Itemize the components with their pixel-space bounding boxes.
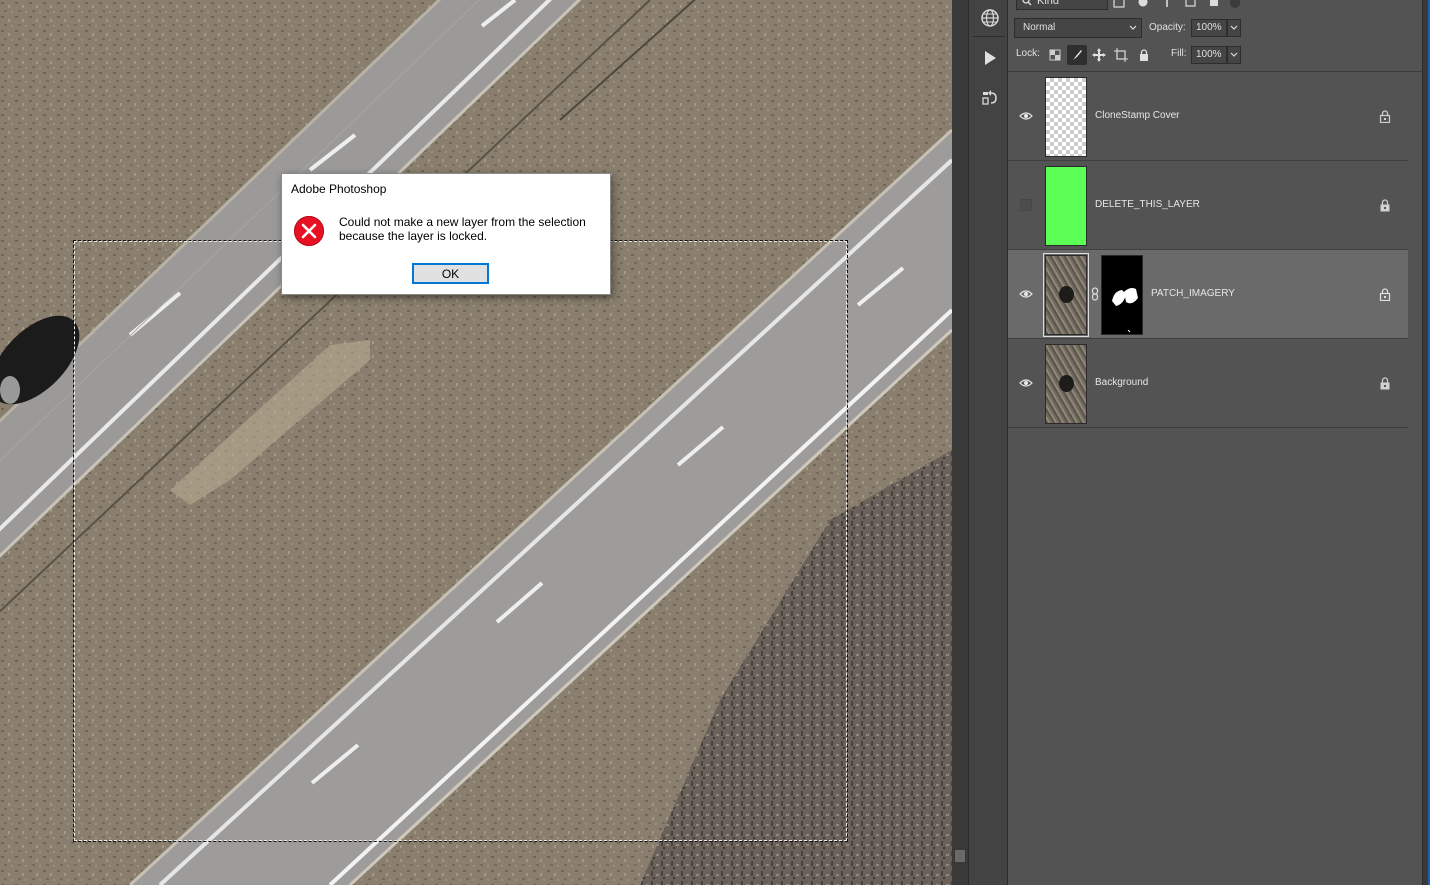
filter-kind-select[interactable]: Kind [1016, 0, 1108, 10]
error-icon [294, 216, 324, 246]
history-brush-icon[interactable] [977, 85, 1003, 111]
opacity-label: Opacity: [1149, 22, 1186, 33]
search-icon [1022, 0, 1032, 6]
lock-transparent-pixels-icon[interactable] [1045, 45, 1065, 65]
link-icon[interactable] [1091, 287, 1099, 301]
blend-mode-value: Normal [1023, 22, 1056, 33]
lock-label: Lock: [1016, 48, 1040, 59]
separator [973, 36, 1005, 37]
opacity-dropdown[interactable] [1227, 19, 1241, 37]
blend-mode-select[interactable]: Normal [1014, 18, 1142, 38]
layer-row[interactable]: Background [1008, 339, 1408, 428]
layer-name[interactable]: DELETE_THIS_LAYER [1095, 199, 1200, 210]
fill-dropdown[interactable] [1227, 46, 1241, 64]
globe-icon[interactable] [977, 5, 1003, 31]
lock-image-pixels-icon[interactable] [1067, 45, 1087, 65]
lock-icon [1379, 288, 1391, 301]
lock-row: Lock: Fill: 100% [1008, 45, 1422, 67]
document-canvas[interactable]: Adobe Photoshop Could not make a new lay… [0, 0, 952, 885]
layer-name[interactable]: Background [1095, 377, 1148, 388]
play-icon[interactable] [977, 45, 1003, 71]
filter-toggle[interactable] [1230, 0, 1240, 8]
layer-row-selected[interactable]: PATCH_IMAGERY [1008, 250, 1408, 339]
layer-thumbnail [1043, 253, 1089, 337]
visibility-eye-icon[interactable] [1018, 108, 1034, 124]
scrollbar-thumb[interactable] [955, 850, 965, 862]
layer-row[interactable]: CloneStamp Cover [1008, 72, 1408, 161]
image-filter-icon[interactable] [1112, 0, 1126, 9]
blend-row: Normal Opacity: 100% [1008, 18, 1422, 40]
panel-icon-column [968, 0, 1008, 885]
canvas-scrollbar[interactable] [952, 0, 968, 885]
visibility-toggle-off[interactable] [1020, 199, 1032, 211]
visibility-eye-icon[interactable] [1018, 286, 1034, 302]
chevron-down-icon [1230, 25, 1238, 30]
lock-artboard-icon[interactable] [1111, 45, 1131, 65]
dialog-message-line: Could not make a new layer from the sele… [339, 215, 586, 229]
opacity-input[interactable]: 100% [1191, 19, 1227, 37]
fill-label: Fill: [1171, 48, 1187, 59]
panel-scroll-edge [1422, 0, 1430, 885]
layer-mask-thumbnail[interactable] [1101, 255, 1143, 335]
dialog-title: Adobe Photoshop [291, 182, 387, 196]
chevron-down-icon [1129, 25, 1137, 30]
type-filter-icon[interactable] [1160, 0, 1174, 9]
shape-filter-icon[interactable] [1184, 0, 1198, 9]
visibility-eye-icon[interactable] [1018, 375, 1034, 391]
alert-dialog: Adobe Photoshop Could not make a new lay… [281, 173, 611, 295]
dialog-message: Could not make a new layer from the sele… [339, 215, 604, 243]
smart-object-filter-icon[interactable] [1208, 0, 1222, 9]
layer-thumbnail [1045, 344, 1087, 424]
filter-kind-label: Kind [1037, 0, 1060, 7]
layer-name[interactable]: CloneStamp Cover [1095, 110, 1179, 121]
layers-panel: Kind Normal Opacity: 100% Lock: Fill: 10… [1008, 0, 1422, 885]
lock-icon [1380, 199, 1390, 212]
lock-icon [1379, 110, 1391, 123]
aerial-imagery [0, 0, 952, 885]
layer-row[interactable]: DELETE_THIS_LAYER [1008, 161, 1408, 250]
layer-thumbnail [1045, 77, 1087, 157]
adjustment-filter-icon[interactable] [1136, 0, 1150, 9]
photoshop-window: Adobe Photoshop Could not make a new lay… [0, 0, 1430, 885]
dialog-message-line: because the layer is locked. [339, 229, 488, 243]
ok-button[interactable]: OK [412, 263, 489, 284]
layer-thumbnail [1045, 166, 1087, 246]
lock-position-icon[interactable] [1089, 45, 1109, 65]
lock-icon [1380, 377, 1390, 390]
layer-filter-row: Kind [1008, 0, 1422, 12]
layer-list: CloneStamp Cover DELETE_THIS_LAYER PATCH… [1008, 72, 1408, 428]
fill-input[interactable]: 100% [1191, 46, 1227, 64]
lock-all-icon[interactable] [1134, 45, 1154, 65]
chevron-down-icon [1230, 52, 1238, 57]
layer-name[interactable]: PATCH_IMAGERY [1151, 288, 1235, 299]
